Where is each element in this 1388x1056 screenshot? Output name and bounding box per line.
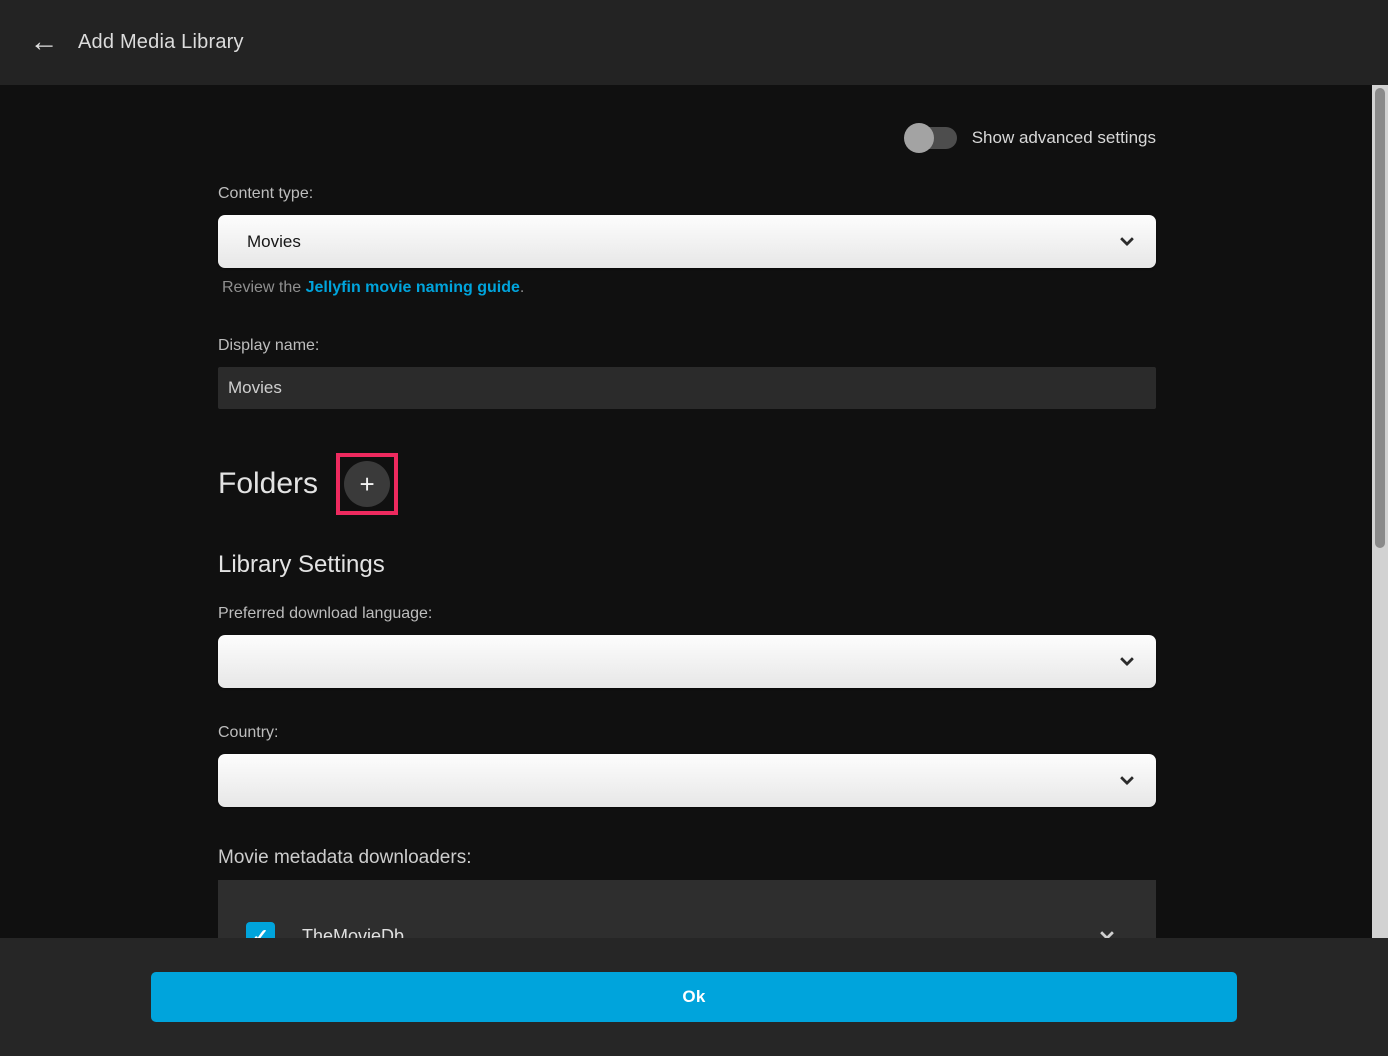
folders-section-header: Folders + [218,453,1156,515]
content-type-value: Movies [247,232,301,252]
footer-bar: Ok [0,938,1388,1056]
advanced-settings-row: Show advanced settings [218,85,1156,149]
metadata-downloaders-label: Movie metadata downloaders: [218,847,1156,869]
content-type-label: Content type: [218,185,1156,203]
chevron-down-icon [1120,232,1134,246]
back-arrow-icon: ← [30,28,59,57]
show-advanced-settings-toggle[interactable] [907,127,957,149]
back-button[interactable]: ← [22,21,66,65]
country-label: Country: [218,724,1156,742]
naming-guide-helper: Review the Jellyfin movie naming guide. [218,279,1156,297]
toggle-knob [904,123,934,153]
add-folder-button[interactable]: + [344,461,390,507]
preferred-language-select[interactable] [218,635,1156,688]
naming-guide-link[interactable]: Jellyfin movie naming guide [306,279,520,296]
content-type-select[interactable]: Movies [218,215,1156,268]
display-name-label: Display name: [218,337,1156,355]
folders-title: Folders [218,467,318,501]
advanced-settings-label: Show advanced settings [972,128,1156,148]
add-folder-focus-ring: + [336,453,398,515]
chevron-down-icon [1120,652,1134,666]
country-select[interactable] [218,754,1156,807]
app-header: ← Add Media Library [0,0,1388,85]
content-area: Show advanced settings Content type: Mov… [0,85,1372,1056]
library-form: Show advanced settings Content type: Mov… [218,85,1156,992]
helper-suffix: . [520,279,524,296]
ok-button[interactable]: Ok [151,972,1237,1022]
display-name-input[interactable] [218,367,1156,409]
preferred-language-label: Preferred download language: [218,605,1156,623]
plus-icon: + [359,471,374,497]
page-title: Add Media Library [78,31,244,54]
helper-prefix: Review the [222,279,306,296]
vertical-scrollbar[interactable] [1372,85,1388,938]
scrollbar-thumb[interactable] [1375,88,1385,548]
chevron-down-icon [1120,771,1134,785]
library-settings-title: Library Settings [218,551,1156,579]
